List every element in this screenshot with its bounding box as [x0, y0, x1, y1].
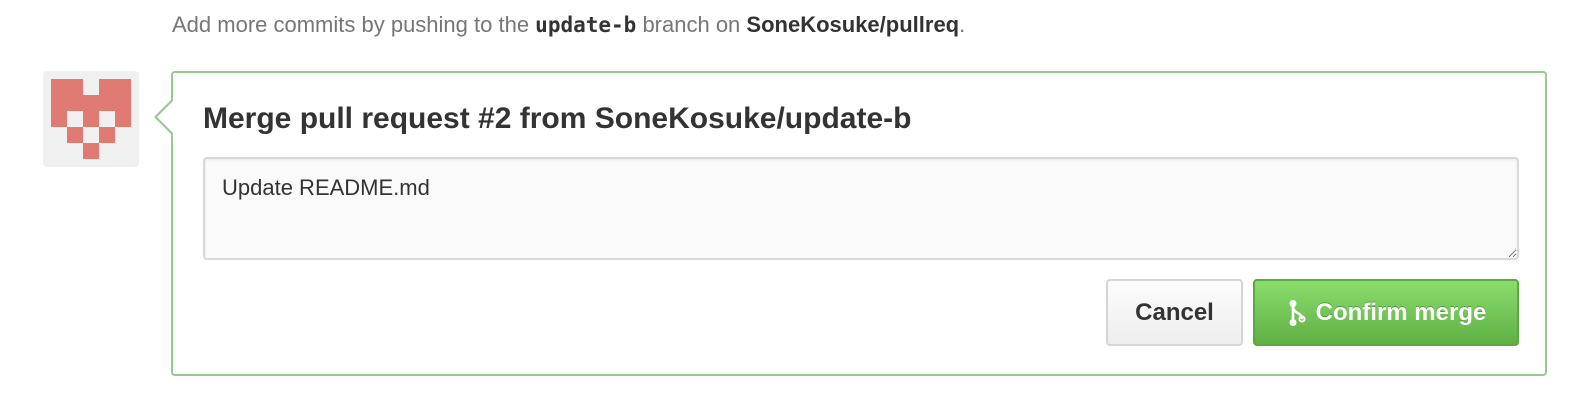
merge-title: Merge pull request #2 from SoneKosuke/up… — [203, 102, 912, 135]
git-merge-icon — [1286, 298, 1310, 328]
hint-suffix: . — [959, 12, 966, 37]
cancel-label: Cancel — [1135, 298, 1214, 326]
avatar[interactable] — [43, 71, 139, 167]
speech-arrow-fill — [157, 101, 173, 133]
merge-form: Merge pull request #2 from SoneKosuke/up… — [154, 71, 1547, 376]
confirm-merge-button[interactable]: Confirm merge — [1253, 279, 1519, 346]
commit-message-input[interactable]: Update README.md — [203, 157, 1519, 260]
confirm-merge-label: Confirm merge — [1315, 298, 1487, 326]
merge-hint-text: Add more commits by pushing to the updat… — [172, 10, 965, 40]
identicon-icon — [51, 79, 131, 159]
hint-prefix: Add more commits by pushing to the — [172, 12, 536, 37]
cancel-button[interactable]: Cancel — [1106, 279, 1243, 346]
repo-name: SoneKosuke/pullreq — [746, 12, 960, 37]
branch-name: update-b — [535, 13, 637, 37]
hint-middle: branch on — [636, 12, 747, 37]
